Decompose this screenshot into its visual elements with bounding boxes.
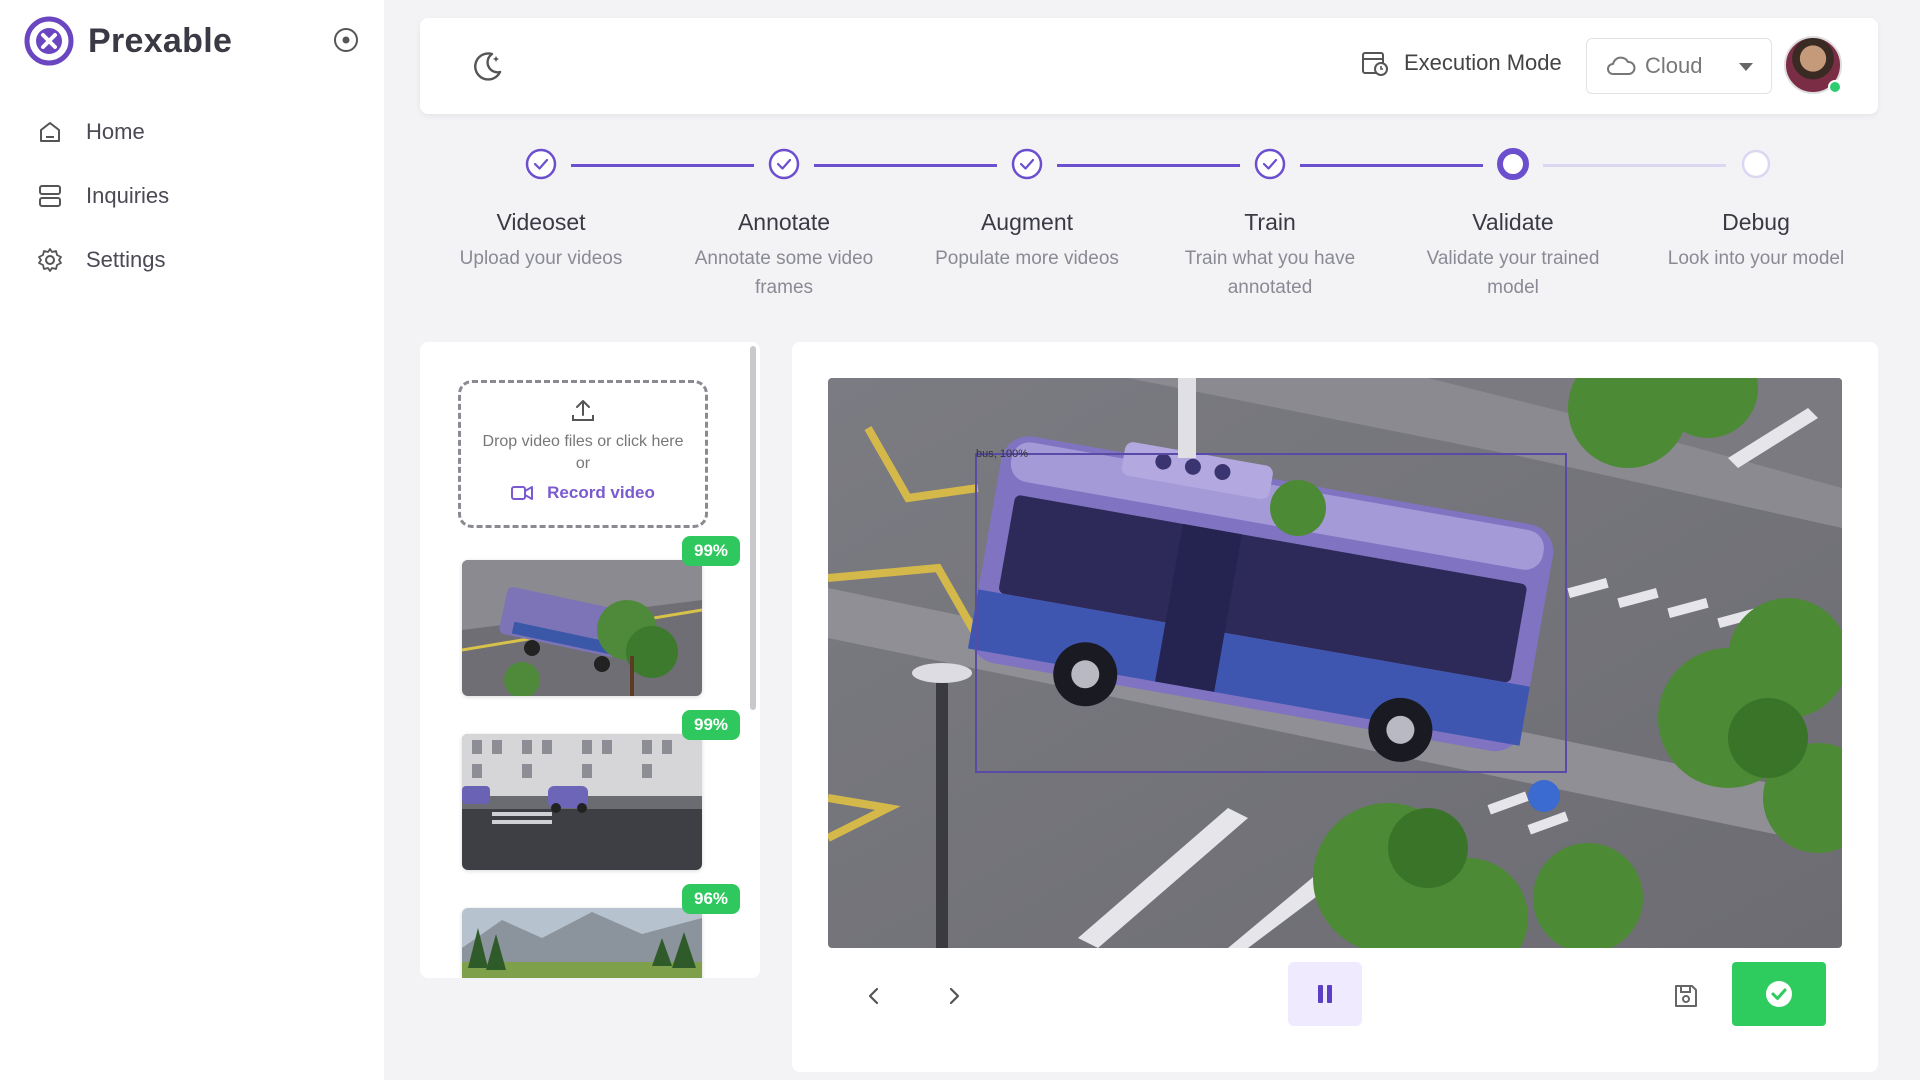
- cloud-icon: [1607, 56, 1636, 75]
- floppy-disk-icon: [1675, 985, 1697, 1007]
- accuracy-badge: 99%: [682, 710, 740, 740]
- sidebar-nav: Home Inquiries Settings: [36, 100, 169, 292]
- video-dropzone[interactable]: Drop video files or click here or Record…: [458, 380, 708, 528]
- video-thumbnail[interactable]: [462, 908, 702, 978]
- video-list-panel: Drop video files or click here or Record…: [420, 342, 760, 978]
- sidebar-item-settings[interactable]: Settings: [36, 228, 169, 292]
- sidebar-item-label: Settings: [86, 247, 166, 272]
- save-button[interactable]: [1664, 974, 1708, 1018]
- step-title: Augment: [980, 209, 1074, 235]
- gear-icon: [38, 248, 62, 272]
- sidebar-item-label: Inquiries: [86, 183, 170, 208]
- check-circle-icon: [1766, 981, 1792, 1007]
- step-augment[interactable]: Augment Populate more videos: [917, 142, 1137, 273]
- previous-frame-button[interactable]: [852, 974, 896, 1018]
- home-icon: [40, 122, 60, 142]
- upload-icon: [572, 400, 594, 421]
- execution-mode: Execution Mode: [1360, 48, 1562, 78]
- check-circle-icon: [768, 148, 800, 180]
- execution-mode-select[interactable]: Cloud: [1586, 38, 1772, 94]
- brand-name: Prexable: [88, 21, 233, 60]
- check-circle-icon: [525, 148, 557, 180]
- dropzone-text: Drop video files or click here or: [482, 433, 684, 472]
- video-thumbnail[interactable]: [462, 560, 702, 696]
- calendar-clock-icon: [1362, 52, 1388, 76]
- step-annotate[interactable]: Annotate Annotate some video frames: [674, 142, 894, 302]
- sidebar-collapse-icon[interactable]: [332, 26, 360, 54]
- chevron-down-icon: [1739, 63, 1753, 71]
- video-list-scrollbar[interactable]: [750, 346, 756, 710]
- prexable-logo-icon: [24, 16, 74, 66]
- top-header: Execution Mode Cloud: [420, 18, 1878, 114]
- check-circle-icon: [1011, 148, 1043, 180]
- video-player[interactable]: bus, 100%: [828, 378, 1842, 948]
- brand[interactable]: Prexable: [24, 16, 232, 66]
- workflow-stepper: Videoset Upload your videos Annotate Annota…: [420, 142, 1878, 302]
- step-title: Debug: [1722, 209, 1790, 235]
- step-description: Look into your model: [1667, 248, 1845, 269]
- moon-icon[interactable]: [470, 48, 506, 84]
- step-description: Validate your trained model: [1426, 248, 1600, 298]
- mountain-meadow-thumbnail: [462, 908, 702, 978]
- accuracy-badge: 99%: [682, 536, 740, 566]
- bus-street-frame: [828, 378, 1842, 948]
- buildings-street-thumbnail: [462, 734, 702, 870]
- check-circle-icon: [1254, 148, 1286, 180]
- execution-mode-value: Cloud: [1645, 53, 1703, 78]
- execution-mode-label: Execution Mode: [1404, 50, 1562, 75]
- next-frame-button[interactable]: [932, 974, 976, 1018]
- step-description: Populate more videos: [935, 248, 1119, 269]
- sidebar-item-inquiries[interactable]: Inquiries: [36, 164, 169, 228]
- step-description: Train what you have annotated: [1184, 248, 1356, 298]
- step-validate[interactable]: Validate Validate your trained model: [1403, 142, 1623, 302]
- step-train[interactable]: Train Train what you have annotated: [1160, 142, 1380, 302]
- step-title: Validate: [1472, 209, 1554, 235]
- sidebar: Prexable Home Inquiries Settings: [0, 0, 384, 1080]
- step-debug[interactable]: Debug Look into your model: [1646, 142, 1866, 273]
- pause-button[interactable]: [1288, 962, 1362, 1026]
- accuracy-badge: 96%: [682, 884, 740, 914]
- active-step-icon: [1497, 148, 1529, 180]
- step-videoset[interactable]: Videoset Upload your videos: [431, 142, 651, 273]
- chevron-left-icon: [868, 987, 879, 1005]
- bus-street-thumbnail: [462, 560, 702, 696]
- online-status-dot: [1828, 80, 1842, 94]
- step-title: Annotate: [737, 209, 831, 235]
- server-icon: [39, 185, 61, 207]
- video-viewer: bus, 100%: [792, 342, 1878, 1072]
- video-thumbnail[interactable]: [462, 734, 702, 870]
- video-camera-icon: [511, 486, 534, 500]
- pending-step-icon: [1741, 149, 1771, 179]
- step-title: Videoset: [496, 209, 586, 235]
- step-description: Upload your videos: [459, 248, 623, 269]
- chevron-right-icon: [949, 987, 960, 1005]
- detection-label: bus, 100%: [976, 448, 1028, 460]
- record-video-label: Record video: [547, 483, 655, 502]
- sidebar-item-home[interactable]: Home: [36, 100, 169, 164]
- confirm-button[interactable]: [1732, 962, 1826, 1026]
- sidebar-item-label: Home: [86, 119, 145, 144]
- step-title: Train: [1244, 209, 1296, 235]
- record-video-link[interactable]: Record video: [511, 483, 655, 503]
- pause-icon: [1318, 985, 1332, 1003]
- step-description: Annotate some video frames: [694, 248, 874, 298]
